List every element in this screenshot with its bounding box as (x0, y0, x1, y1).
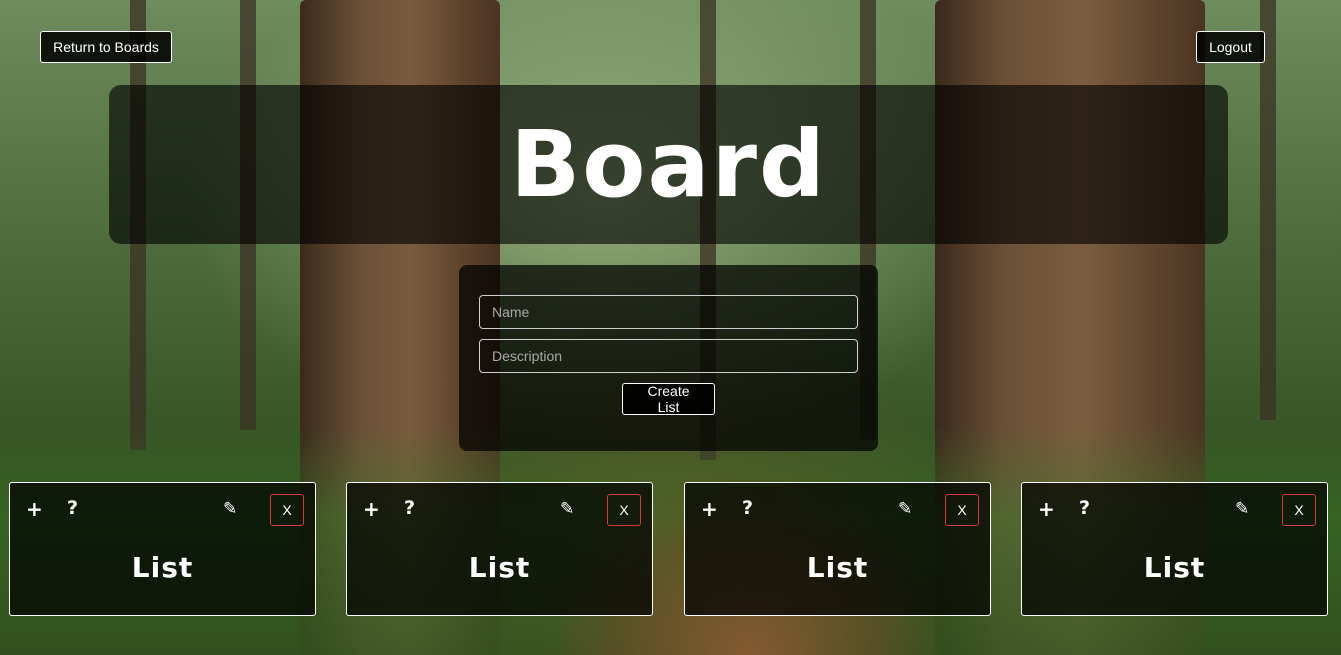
delete-list-button[interactable]: X (945, 494, 979, 526)
list-title: List (806, 551, 869, 584)
plus-icon[interactable]: + (363, 499, 380, 519)
question-icon[interactable]: ? (1079, 499, 1090, 518)
pencil-icon[interactable]: ✎ (223, 501, 237, 518)
delete-list-button[interactable]: X (607, 494, 641, 526)
list-card: + ? ✎ X List (684, 482, 991, 616)
plus-icon[interactable]: + (701, 499, 718, 519)
delete-list-button[interactable]: X (270, 494, 304, 526)
pencil-icon[interactable]: ✎ (898, 501, 912, 518)
pencil-icon[interactable]: ✎ (1235, 501, 1249, 518)
pencil-icon[interactable]: ✎ (560, 501, 574, 518)
list-card: + ? ✎ X List (346, 482, 653, 616)
list-card: + ? ✎ X List (1021, 482, 1328, 616)
list-title: List (1143, 551, 1206, 584)
name-input[interactable] (479, 295, 858, 329)
create-list-form: Create List (459, 265, 878, 451)
question-icon[interactable]: ? (742, 499, 753, 518)
page-title: Board (510, 110, 827, 218)
list-card: + ? ✎ X List (9, 482, 316, 616)
logout-button[interactable]: Logout (1196, 31, 1265, 63)
create-list-button[interactable]: Create List (622, 383, 715, 415)
delete-list-button[interactable]: X (1282, 494, 1316, 526)
question-icon[interactable]: ? (67, 499, 78, 518)
return-to-boards-button[interactable]: Return to Boards (40, 31, 172, 63)
plus-icon[interactable]: + (26, 499, 43, 519)
list-title: List (131, 551, 194, 584)
board-header: Board (109, 85, 1228, 244)
plus-icon[interactable]: + (1038, 499, 1055, 519)
question-icon[interactable]: ? (404, 499, 415, 518)
list-title: List (468, 551, 531, 584)
background-tree (1260, 0, 1276, 420)
description-input[interactable] (479, 339, 858, 373)
